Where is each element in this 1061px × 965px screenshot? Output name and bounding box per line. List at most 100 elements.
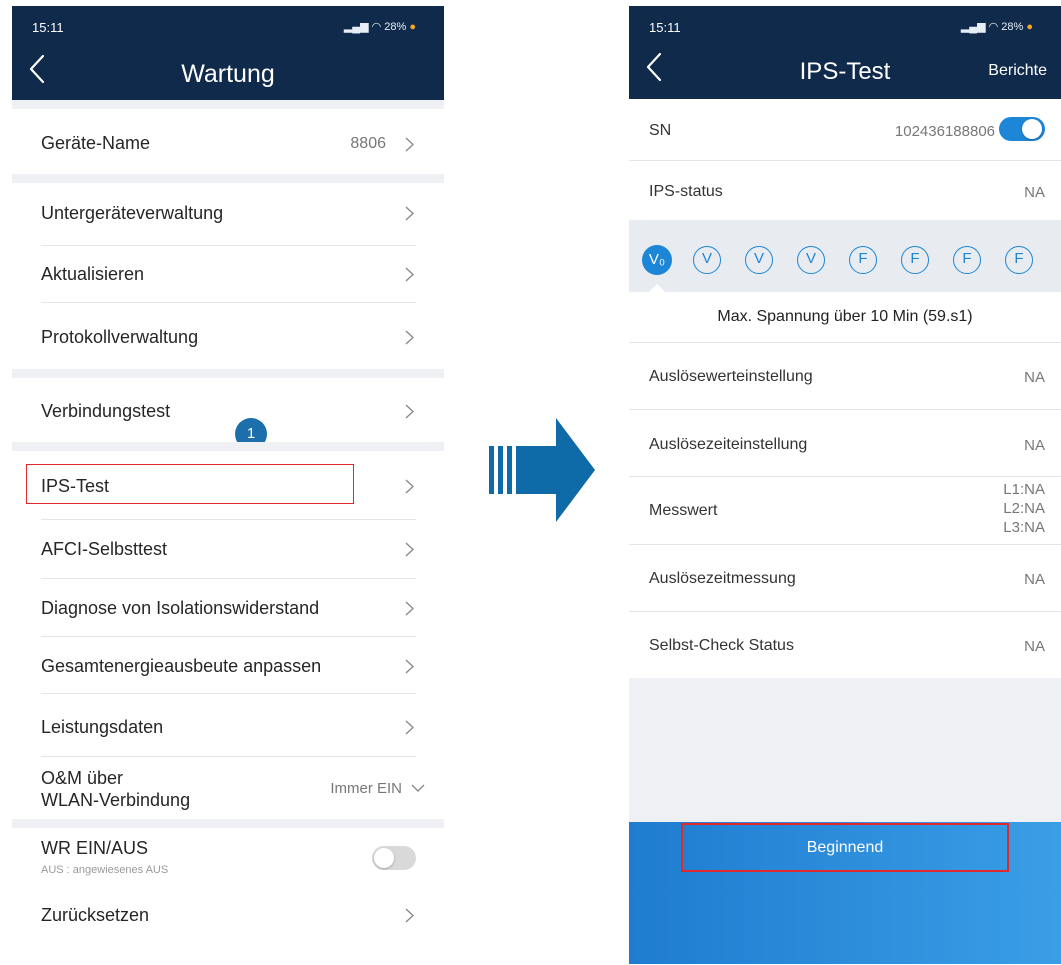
mode-f-double-over-icon[interactable]: F [901, 246, 929, 274]
measured-values: L1:NA L2:NA L3:NA [1003, 480, 1045, 537]
row-reset[interactable]: Zurücksetzen [12, 888, 444, 944]
reports-button[interactable]: Berichte [988, 62, 1047, 80]
measured-l3: L3:NA [1003, 519, 1045, 536]
ips-status-value: NA [1024, 184, 1045, 201]
row-label: Untergeräteverwaltung [41, 203, 224, 223]
mode-v-double-under-icon[interactable]: V [797, 246, 825, 274]
row-label: Protokollverwaltung [41, 327, 199, 347]
wr-toggle[interactable] [372, 846, 416, 870]
row-measured-value: Messwert L1:NA L2:NA L3:NA [629, 477, 1061, 544]
section-divider [12, 369, 444, 378]
row-label: Verbindungstest [41, 401, 171, 421]
mode-f-over-icon[interactable]: F [849, 246, 877, 274]
chevron-right-icon [405, 479, 414, 494]
row-trigger-value: Auslösewerteinstellung NA [629, 343, 1061, 409]
status-time: 15:11 [649, 20, 681, 35]
row-label: Leistungsdaten [41, 717, 164, 737]
trigger-value-value: NA [1024, 369, 1045, 386]
signal-wifi-battery-icons: ▂▄▆ ◠ 28% [343, 21, 407, 33]
row-trigger-time: Auslösezeiteinstellung NA [629, 410, 1061, 476]
battery-saver-icon: ● [409, 21, 416, 33]
active-mode-caret [648, 284, 666, 293]
chevron-right-icon [405, 908, 414, 923]
row-label: Aktualisieren [41, 264, 145, 284]
trigger-time-label: Auslösezeiteinstellung [649, 436, 808, 453]
status-icons: ▂▄▆ ◠ 28% ● [344, 20, 416, 33]
mode-f-under-icon[interactable]: F [953, 246, 981, 274]
om-select-value[interactable]: Immer EIN [330, 780, 402, 797]
ips-status-label: IPS-status [649, 183, 723, 200]
device-name-value: 8806 [350, 135, 386, 152]
sn-toggle[interactable] [999, 117, 1045, 141]
time-measure-value: NA [1024, 571, 1045, 588]
app-bar: 15:11 ▂▄▆ ◠ 28% ● IPS-Test Berichte [629, 6, 1061, 99]
chevron-right-icon [405, 330, 414, 345]
row-sn: SN 102436188806 [629, 99, 1061, 160]
row-device-name[interactable]: Geräte-Name 8806 [12, 109, 444, 174]
om-label-line2: WLAN-Verbindung [41, 790, 191, 810]
battery-saver-icon: ● [1026, 21, 1033, 33]
mode-v-icon[interactable]: V [693, 246, 721, 274]
status-icons: ▂▄▆ ◠ 28% ● [961, 20, 1033, 33]
row-label: Geräte-Name [41, 133, 151, 153]
row-om-wlan[interactable]: O&M über WLAN-Verbindung Immer EIN [12, 757, 444, 819]
toggle-knob [1022, 119, 1042, 139]
ips-test-screen: 15:11 ▂▄▆ ◠ 28% ● IPS-Test Berichte SN 1… [629, 6, 1061, 964]
section-divider [12, 442, 444, 451]
chevron-down-icon [411, 784, 425, 792]
wr-sublabel: AUS : angewiesenes AUS [41, 864, 169, 876]
toggle-knob [374, 848, 394, 868]
row-log-management[interactable]: Protokollverwaltung [12, 303, 444, 369]
status-time: 15:11 [32, 20, 64, 35]
section-divider [12, 819, 444, 828]
self-check-value: NA [1024, 638, 1045, 655]
row-trigger-time-measure: Auslösezeitmessung NA [629, 545, 1061, 611]
page-title: Wartung [181, 60, 275, 88]
row-afci-selftest[interactable]: AFCI-Selbsttest [12, 520, 444, 578]
row-self-check: Selbst-Check Status NA [629, 612, 1061, 678]
time-measure-label: Auslösezeitmessung [649, 570, 796, 587]
mode-icon-strip: V₀ V V V F F F F [629, 220, 1061, 292]
maintenance-screen: 15:11 ▂▄▆ ◠ 28% ● Wartung Geräte-Name 88… [12, 6, 444, 946]
trigger-value-label: Auslösewerteinstellung [649, 368, 813, 385]
trigger-time-value: NA [1024, 437, 1045, 454]
row-label: WR EIN/AUS [41, 838, 149, 858]
chevron-right-icon [405, 137, 414, 152]
row-subdevice-management[interactable]: Untergeräteverwaltung [12, 183, 444, 245]
chevron-right-icon [405, 601, 414, 616]
chevron-right-icon [405, 542, 414, 557]
row-label: IPS-Test [41, 476, 110, 496]
row-insulation-diagnosis[interactable]: Diagnose von Isolationswiderstand [12, 579, 444, 636]
om-label-line1: O&M über [41, 768, 124, 788]
chevron-right-icon [405, 404, 414, 419]
mode-v-under-icon[interactable]: V [745, 246, 773, 274]
row-label: Zurücksetzen [41, 905, 150, 925]
chevron-right-icon [405, 206, 414, 221]
measured-l1: L1:NA [1003, 481, 1045, 498]
row-performance-data[interactable]: Leistungsdaten [12, 694, 444, 756]
row-ips-test[interactable]: IPS-Test [12, 451, 444, 519]
chevron-right-icon [405, 267, 414, 282]
mode-f-double-under-icon[interactable]: F [1005, 246, 1033, 274]
start-button[interactable]: Beginnend [681, 823, 1009, 872]
measured-l2: L2:NA [1003, 500, 1045, 517]
signal-wifi-battery-icons: ▂▄▆ ◠ 28% [960, 21, 1024, 33]
flow-arrow-icon [489, 418, 595, 522]
sn-value: 102436188806 [894, 123, 995, 140]
mode-vmax-icon[interactable]: V₀ [642, 245, 672, 275]
measured-label: Messwert [649, 502, 718, 519]
section-divider [12, 174, 444, 183]
chevron-right-icon [405, 720, 414, 735]
row-energy-adjust[interactable]: Gesamtenergieausbeute anpassen [12, 637, 444, 693]
row-connection-test[interactable]: Verbindungstest [12, 378, 444, 442]
sn-label: SN [649, 122, 672, 139]
self-check-label: Selbst-Check Status [649, 637, 794, 654]
mode-description: Max. Spannung über 10 Min (59.s1) [717, 308, 973, 325]
row-ips-status: IPS-status NA [629, 161, 1061, 220]
section-divider [12, 100, 444, 109]
row-label: O&M über WLAN-Verbindung [41, 767, 190, 811]
row-wr-on-off: WR EIN/AUS AUS : angewiesenes AUS [12, 828, 444, 888]
row-label: Gesamtenergieausbeute anpassen [41, 656, 322, 676]
row-update[interactable]: Aktualisieren [12, 246, 444, 302]
row-label: AFCI-Selbsttest [41, 539, 168, 559]
